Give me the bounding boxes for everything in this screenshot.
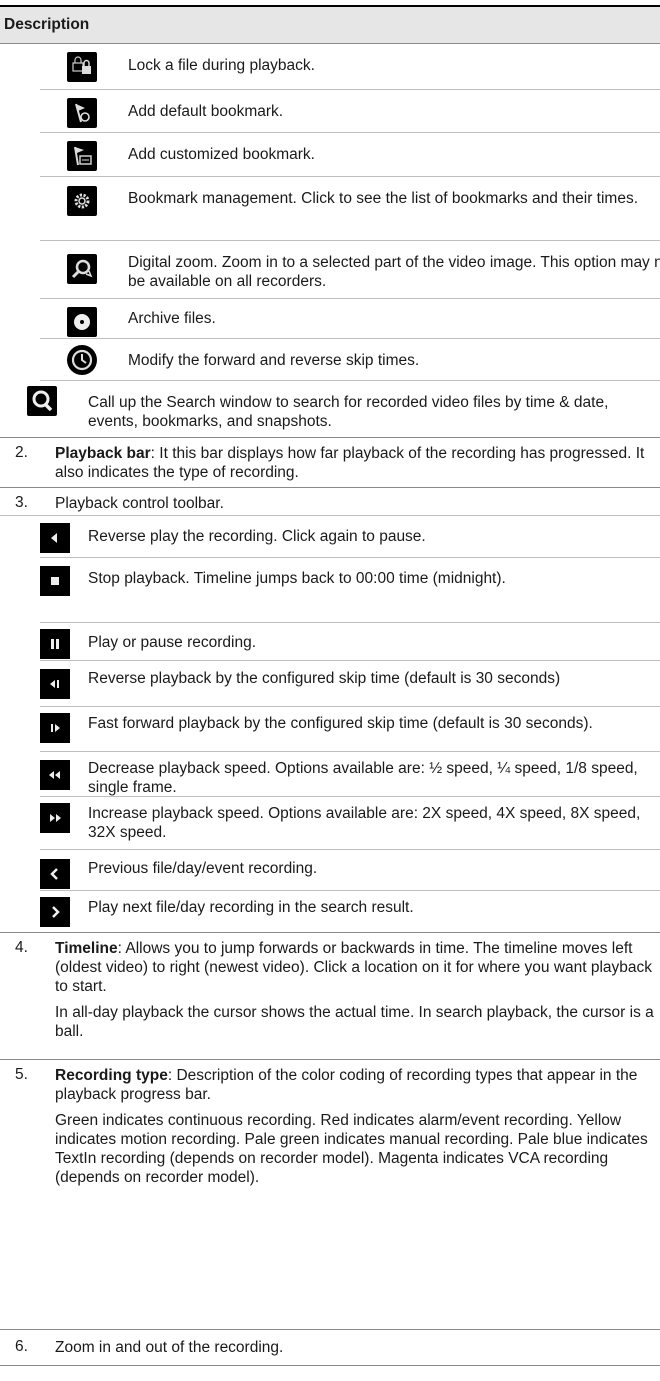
custom-bookmark-icon[interactable] [67, 141, 97, 171]
pause-icon[interactable] [40, 629, 70, 659]
list-item: Increase playback speed. Options availab… [40, 797, 660, 850]
item-text-2: In all-day playback the cursor shows the… [55, 1004, 654, 1040]
list-item: 4. Timeline: Allows you to jump forwards… [0, 933, 660, 1060]
item-text: : Allows you to jump forwards or backwar… [55, 940, 653, 995]
list-item: Archive files. [40, 299, 660, 339]
item-description: Playback bar: It this bar displays how f… [55, 444, 655, 482]
item-description: Reverse play the recording. Click again … [88, 528, 426, 545]
item-description: Timeline: Allows you to jump forwards or… [55, 939, 655, 1048]
table-header: Description [0, 7, 660, 44]
skip-back-icon[interactable] [40, 669, 70, 699]
stop-icon[interactable] [40, 566, 70, 596]
list-item: 2. Playback bar: It this bar displays ho… [0, 438, 660, 488]
list-item: 6. Zoom in and out of the recording. [0, 1330, 660, 1366]
item-description: Digital zoom. Zoom in to a selected part… [128, 254, 660, 290]
gear-icon[interactable] [67, 186, 97, 216]
item-description: Add default bookmark. [128, 103, 284, 120]
item-description: Call up the Search window to search for … [88, 394, 609, 430]
item-term: Playback bar [55, 445, 151, 462]
list-item: Call up the Search window to search for … [0, 381, 660, 438]
item-number: 6. [15, 1338, 28, 1355]
item-description: Add customized bookmark. [128, 146, 315, 163]
list-item: Stop playback. Timeline jumps back to 00… [40, 558, 660, 623]
item-description: Reverse playback by the configured skip … [88, 670, 561, 687]
next-icon[interactable] [40, 897, 70, 927]
increase-speed-icon[interactable] [40, 803, 70, 833]
item-description: Playback control toolbar. [55, 495, 224, 512]
item-text-2: Green indicates continuous recording. Re… [55, 1112, 648, 1186]
item-description: Stop playback. Timeline jumps back to 00… [88, 570, 506, 587]
header-title: Description [4, 16, 90, 33]
skip-forward-icon[interactable] [40, 713, 70, 743]
list-item: Digital zoom. Zoom in to a selected part… [40, 241, 660, 299]
item-description: Archive files. [128, 310, 216, 327]
list-item: Decrease playback speed. Options availab… [40, 752, 660, 797]
list-item: Add customized bookmark. [40, 133, 660, 177]
list-item: 5. Recording type: Description of the co… [0, 1060, 660, 1330]
list-item: Modify the forward and reverse skip time… [40, 339, 660, 381]
item-description: Recording type: Description of the color… [55, 1066, 655, 1194]
item-number: 4. [15, 939, 28, 956]
item-term: Recording type [55, 1067, 168, 1084]
list-item: Lock a file during playback. [40, 44, 660, 90]
list-item: Play next file/day recording in the sear… [0, 891, 660, 933]
item-term: Timeline [55, 940, 118, 957]
reverse-play-icon[interactable] [40, 523, 70, 553]
list-item: Add default bookmark. [40, 90, 660, 133]
item-description: Play next file/day recording in the sear… [88, 899, 414, 916]
item-description: Increase playback speed. Options availab… [88, 805, 641, 841]
item-number: 2. [15, 444, 28, 461]
decrease-speed-icon[interactable] [40, 760, 70, 790]
clock-icon[interactable] [67, 345, 97, 375]
item-description: Modify the forward and reverse skip time… [128, 352, 420, 369]
lock-file-icon[interactable] [67, 52, 97, 82]
item-description: Bookmark management. Click to see the li… [128, 190, 638, 207]
list-item: Previous file/day/event recording. [40, 850, 660, 891]
list-item: Fast forward playback by the configured … [40, 707, 660, 752]
archive-disc-icon[interactable] [67, 307, 97, 337]
search-icon[interactable] [27, 386, 57, 416]
item-description: Lock a file during playback. [128, 57, 315, 74]
default-bookmark-icon[interactable] [67, 98, 97, 128]
list-item: Play or pause recording. [40, 623, 660, 661]
item-description: Decrease playback speed. Options availab… [88, 760, 638, 796]
item-description: Previous file/day/event recording. [88, 860, 318, 877]
digital-zoom-icon[interactable] [67, 254, 97, 284]
item-number: 5. [15, 1066, 28, 1083]
list-item: Reverse play the recording. Click again … [40, 516, 660, 558]
item-description: Fast forward playback by the configured … [88, 715, 593, 732]
list-item: Reverse playback by the configured skip … [40, 661, 660, 707]
item-number: 3. [15, 494, 28, 511]
item-description: Play or pause recording. [88, 634, 257, 651]
list-item: Bookmark management. Click to see the li… [40, 177, 660, 241]
previous-icon[interactable] [40, 859, 70, 889]
list-item: 3. Playback control toolbar. [0, 488, 660, 516]
item-description: Zoom in and out of the recording. [55, 1339, 284, 1356]
